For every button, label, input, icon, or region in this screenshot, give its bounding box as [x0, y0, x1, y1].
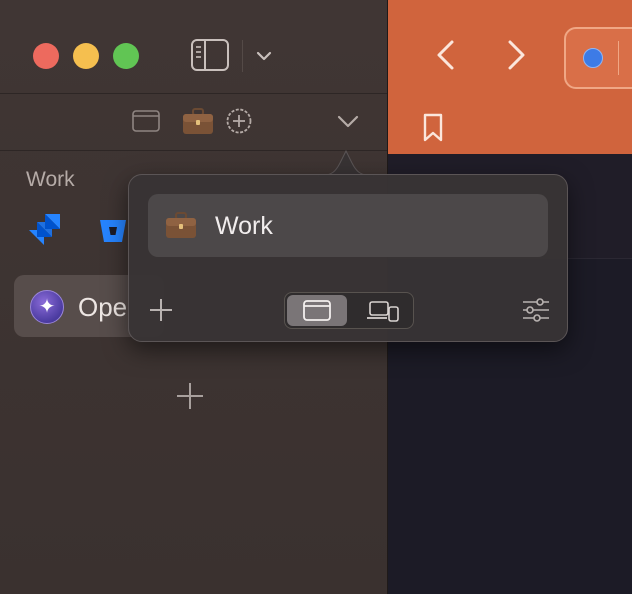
devices-icon	[367, 301, 399, 322]
bookmark-icon[interactable]	[422, 113, 444, 143]
title-bar	[0, 0, 387, 93]
divider	[618, 41, 619, 75]
site-favicon	[583, 48, 603, 68]
pinned-tab-label: Ope	[78, 292, 128, 322]
sparkle-icon: ✦	[30, 290, 64, 324]
view-segmented-control	[284, 292, 414, 329]
browser-toolbar	[388, 0, 632, 154]
jira-icon[interactable]	[26, 210, 64, 248]
address-bar[interactable]	[564, 27, 632, 89]
forward-icon[interactable]	[502, 38, 530, 72]
space-row-work[interactable]: Work	[148, 194, 548, 257]
toolbar-divider	[242, 40, 243, 72]
space-title: Work	[26, 168, 75, 191]
bitbucket-icon[interactable]	[94, 210, 132, 248]
window-icon[interactable]	[132, 110, 160, 132]
add-space-button[interactable]	[148, 297, 174, 323]
plus-circle-icon[interactable]	[225, 107, 253, 135]
window-icon	[303, 300, 331, 321]
devices-mode-button[interactable]	[351, 295, 411, 326]
minimize-button[interactable]	[73, 43, 99, 69]
popover-arrow	[318, 149, 374, 177]
close-button[interactable]	[33, 43, 59, 69]
sidebar-toggle-icon[interactable]	[190, 38, 230, 72]
new-tab-button[interactable]	[174, 380, 206, 412]
space-popover: Work	[128, 174, 568, 342]
sliders-icon[interactable]	[522, 298, 550, 322]
back-icon[interactable]	[432, 38, 460, 72]
zoom-button[interactable]	[113, 43, 139, 69]
space-name: Work	[215, 212, 273, 240]
briefcase-icon[interactable]	[182, 107, 214, 135]
chevron-down-icon[interactable]	[252, 44, 276, 68]
chevron-down-icon[interactable]	[335, 110, 361, 132]
window-mode-button[interactable]	[287, 295, 347, 326]
briefcase-icon	[165, 210, 197, 240]
divider	[0, 93, 387, 94]
